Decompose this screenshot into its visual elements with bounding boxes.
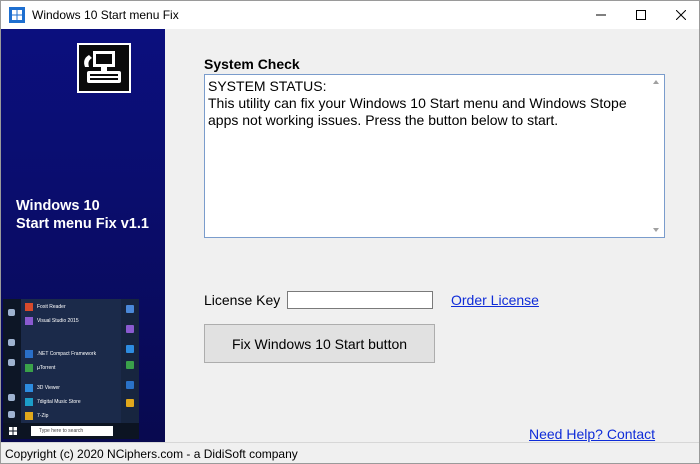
status-scrollbar[interactable]: [649, 75, 664, 237]
status-bar: Copyright (c) 2020 NCiphers.com - a Didi…: [1, 442, 699, 463]
product-name-line1: Windows 10: [16, 198, 100, 214]
app-window: Windows 10 Start menu Fix Windows 10 Sta…: [0, 0, 700, 464]
status-message: This utility can fix your Windows 10 Sta…: [208, 95, 627, 128]
system-status-textbox[interactable]: SYSTEM STATUS: This utility can fix your…: [204, 74, 665, 238]
app-icon: [25, 397, 33, 406]
close-button[interactable]: [659, 1, 699, 29]
maximize-button[interactable]: [619, 1, 663, 29]
preview-app-item: Visual Studio 2015: [25, 315, 79, 327]
scroll-down-icon[interactable]: [653, 228, 659, 232]
preview-search-box: Type here to search: [31, 426, 113, 436]
license-key-input[interactable]: [287, 291, 433, 309]
preview-app-label: .NET Compact Framework: [37, 351, 97, 357]
title-bar[interactable]: Windows 10 Start menu Fix: [1, 1, 699, 29]
sidebar-panel: Windows 10 Start menu Fix v1.1 Foxit Rea…: [1, 29, 165, 442]
computer-repair-icon: [84, 51, 121, 83]
preview-tile: [126, 361, 134, 369]
preview-app-item: 7-Zip: [25, 410, 48, 422]
preview-app-label: Visual Studio 2015: [37, 318, 79, 324]
app-logo: [77, 43, 131, 93]
app-icon: [25, 411, 33, 420]
scroll-up-icon[interactable]: [653, 80, 659, 84]
preview-app-label: 7-Zip: [37, 413, 49, 419]
product-name-line2: Start menu Fix v1.1: [16, 216, 149, 232]
order-license-link[interactable]: Order License: [451, 292, 539, 308]
preview-app-label: 3D Viewer: [37, 385, 60, 391]
preview-app-item: Foxit Reader: [25, 301, 66, 313]
app-icon: [25, 316, 33, 325]
preview-tile: [126, 381, 134, 389]
preview-tile-column: [121, 299, 139, 439]
preview-rail-icon: [8, 359, 15, 366]
fix-start-button[interactable]: Fix Windows 10 Start button: [204, 324, 435, 363]
app-icon: [25, 363, 33, 372]
preview-app-label: Foxit Reader: [37, 304, 66, 310]
system-check-label: System Check: [204, 56, 300, 72]
window-title: Windows 10 Start menu Fix: [32, 8, 179, 22]
license-key-label: License Key: [204, 292, 281, 308]
preview-app-item: .NET Compact Framework: [25, 348, 96, 360]
start-menu-preview-image: Foxit Reader Visual Studio 2015 .NET Com…: [3, 299, 139, 439]
preview-rail-icon: [8, 394, 15, 401]
minimize-button[interactable]: [579, 1, 623, 29]
copyright-text: Copyright (c) 2020 NCiphers.com - a Didi…: [5, 447, 298, 461]
product-name: Windows 10 Start menu Fix v1.1: [16, 197, 149, 233]
windows-start-icon: [9, 427, 17, 435]
preview-app-label: 7digital Music Store: [37, 399, 81, 405]
preview-app-label: µTorrent: [37, 365, 56, 371]
windows-logo-icon: [9, 7, 25, 23]
app-icon: [25, 302, 33, 311]
minimize-icon: [596, 14, 606, 16]
preview-rail-icon: [8, 309, 15, 316]
preview-left-rail: [3, 299, 21, 439]
maximize-icon: [636, 10, 646, 20]
app-icon: [25, 349, 33, 358]
preview-app-item: µTorrent: [25, 362, 55, 374]
preview-tile: [126, 305, 134, 313]
app-icon: [25, 383, 33, 392]
preview-taskbar: Type here to search: [3, 423, 139, 439]
preview-tile: [126, 325, 134, 333]
preview-rail-icon: [8, 339, 15, 346]
status-title: SYSTEM STATUS:: [208, 78, 327, 94]
preview-app-item: 7digital Music Store: [25, 396, 81, 408]
preview-app-item: 3D Viewer: [25, 382, 60, 394]
preview-tile: [126, 345, 134, 353]
close-icon: [676, 10, 686, 20]
preview-rail-icon: [8, 411, 15, 418]
preview-tile: [126, 399, 134, 407]
